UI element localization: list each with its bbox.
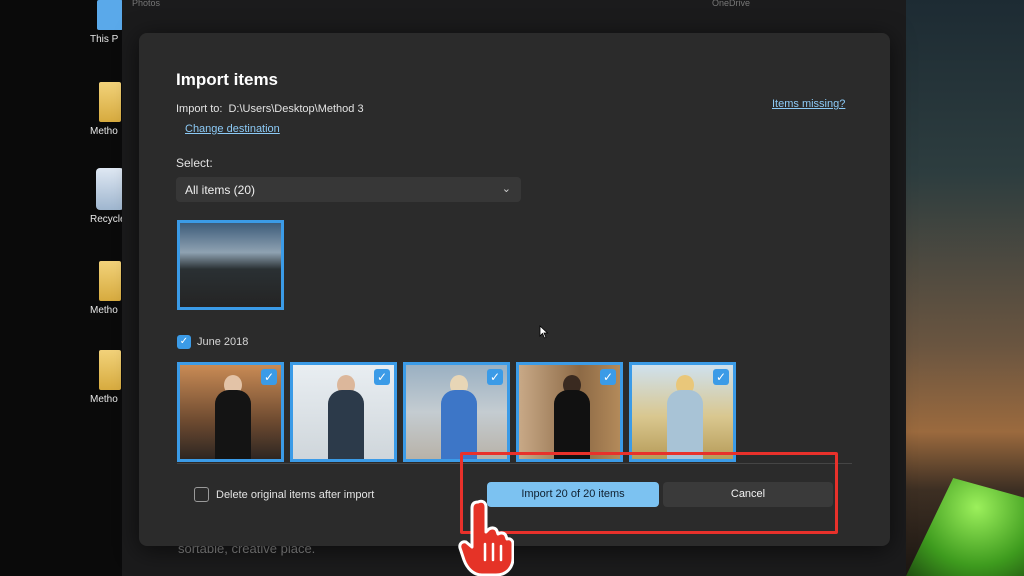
items-missing-link[interactable]: Items missing? (772, 98, 845, 110)
photo-thumbnail[interactable]: ✓ (516, 362, 623, 462)
photo-subject (215, 390, 251, 459)
group-checkbox[interactable]: ✓ (177, 335, 191, 349)
photo-thumbnail[interactable]: ✓ (290, 362, 397, 462)
change-destination-link[interactable]: Change destination (185, 123, 280, 135)
select-label: Select: (176, 156, 213, 170)
checkbox-checked-icon[interactable]: ✓ (261, 369, 277, 385)
photo-thumbnail[interactable] (177, 220, 284, 310)
folder-icon (99, 82, 121, 122)
photo-thumbnail[interactable]: ✓ (403, 362, 510, 462)
folder-icon (99, 350, 121, 390)
folder-icon (99, 261, 121, 301)
computer-icon (97, 0, 123, 30)
checkbox-checked-icon[interactable]: ✓ (600, 369, 616, 385)
delete-originals-checkbox[interactable] (194, 487, 209, 502)
import-to-path: D:\Users\Desktop\Method 3 (228, 103, 364, 115)
delete-originals-option[interactable]: Delete original items after import (194, 487, 374, 502)
photo-thumbnail[interactable]: ✓ (629, 362, 736, 462)
recycle-bin-icon (96, 168, 124, 210)
mouse-cursor-icon (539, 325, 549, 339)
import-to-label: Import to: (176, 103, 223, 115)
group-label: June 2018 (197, 336, 249, 348)
import-destination: Import to: D:\Users\Desktop\Method 3 (176, 103, 364, 115)
photo-subject (328, 390, 364, 459)
background-onedrive-label: OneDrive (712, 0, 751, 8)
delete-originals-label: Delete original items after import (216, 488, 375, 501)
dialog-title: Import items (176, 70, 279, 89)
group-june-2018: ✓ June 2018 (177, 335, 248, 349)
chevron-down-icon: ⌄ (501, 183, 511, 195)
photo-thumbnail[interactable]: ✓ (177, 362, 284, 462)
highlight-annotation (460, 452, 838, 534)
select-dropdown[interactable]: All items (20) ⌄ (176, 177, 521, 202)
background-app-title: Photos (132, 0, 161, 8)
checkbox-checked-icon[interactable]: ✓ (713, 369, 729, 385)
checkbox-checked-icon[interactable]: ✓ (374, 369, 390, 385)
select-value: All items (20) (185, 183, 256, 197)
pointing-hand-icon (458, 499, 514, 576)
checkbox-checked-icon[interactable]: ✓ (487, 369, 503, 385)
